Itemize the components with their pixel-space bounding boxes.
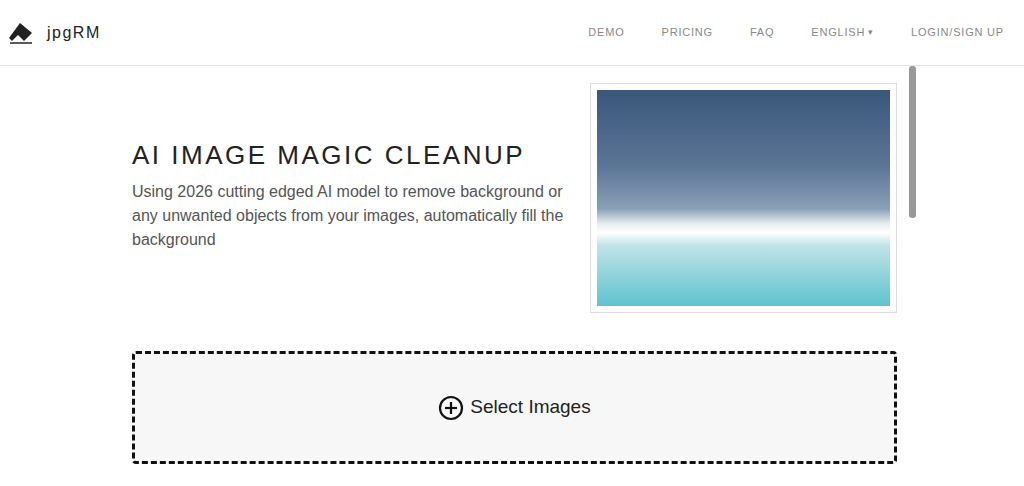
main-content: AI IMAGE MAGIC CLEANUP Using 2026 cutting… — [0, 66, 1024, 464]
nav-link[interactable]: DEMO — [588, 24, 624, 41]
top-bar: jpgRM DEMO PRICING FAQ ENGLISH▾ LOGIN/SIGN UP — [0, 0, 1024, 66]
logo[interactable]: jpgRM — [8, 21, 101, 45]
nav-link[interactable]: FAQ — [750, 24, 774, 41]
hero-text: AI IMAGE MAGIC CLEANUP Using 2026 cutting… — [132, 83, 577, 313]
select-images-label: Select Images — [470, 393, 590, 422]
logo-text: jpgRM — [47, 21, 101, 45]
nav-link[interactable]: PRICING — [662, 24, 713, 41]
caret-icon: ▾ — [868, 26, 874, 40]
nav-label: FAQ — [750, 24, 774, 41]
demo-photo — [597, 90, 890, 306]
nav-label: ENGLISH — [811, 24, 865, 41]
nav-link[interactable]: LOGIN/SIGN UP — [911, 24, 1004, 41]
demo-image-frame — [590, 83, 897, 313]
hero: AI IMAGE MAGIC CLEANUP Using 2026 cutting… — [132, 66, 897, 313]
scrollbar-thumb[interactable] — [909, 66, 916, 218]
nav-label: LOGIN/SIGN UP — [911, 24, 1004, 41]
eraser-icon — [8, 22, 34, 44]
main-nav: DEMO PRICING FAQ ENGLISH▾ LOGIN/SIGN UP — [588, 24, 1004, 41]
upload-dropzone[interactable]: Select Images — [132, 351, 897, 464]
nav-label: PRICING — [662, 24, 713, 41]
hero-title: AI IMAGE MAGIC CLEANUP — [132, 138, 577, 172]
plus-circle-icon — [438, 395, 464, 421]
select-images-button[interactable]: Select Images — [438, 393, 590, 422]
nav-link[interactable]: ENGLISH▾ — [811, 24, 874, 41]
hero-description: Using 2026 cutting edged AI model to rem… — [132, 180, 577, 252]
nav-label: DEMO — [588, 24, 624, 41]
